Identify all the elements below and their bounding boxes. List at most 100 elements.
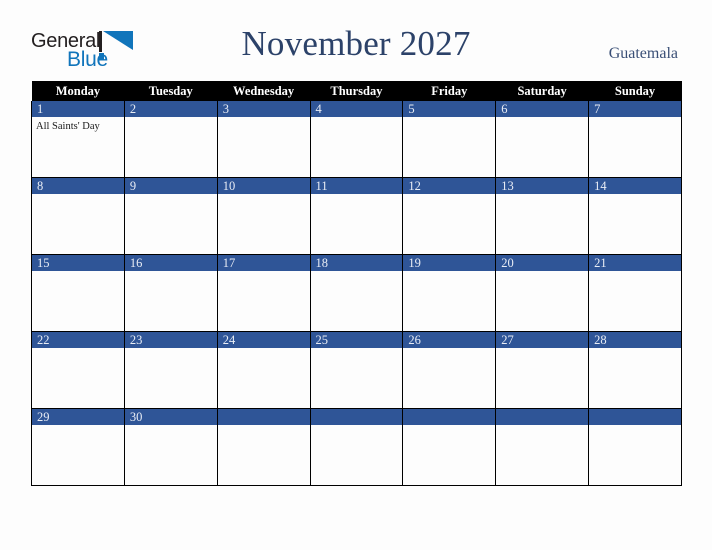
day-events (403, 425, 495, 485)
day-number: 4 (310, 101, 403, 117)
day-number: 9 (124, 178, 217, 194)
day-events (311, 425, 403, 485)
day-events (403, 348, 495, 408)
calendar-day-cell[interactable]: 5 (402, 101, 497, 178)
calendar-day-cell[interactable]: 13 (495, 177, 590, 255)
calendar-day-cell[interactable] (588, 408, 682, 486)
day-events (125, 271, 217, 331)
calendar-day-cell[interactable]: 24 (216, 331, 311, 409)
day-number: 7 (589, 101, 681, 117)
calendar-week-row: 29 30 (31, 408, 682, 486)
day-number: 25 (310, 332, 403, 348)
day-events (311, 348, 403, 408)
weekday-header-tuesday: Tuesday (124, 81, 218, 101)
calendar-week-row: 8 9 10 11 12 13 14 (31, 177, 682, 255)
weekday-header-friday: Friday (402, 81, 496, 101)
calendar-day-cell[interactable] (495, 408, 590, 486)
day-events (403, 194, 495, 254)
weekday-header-thursday: Thursday (310, 81, 403, 101)
calendar-day-cell[interactable]: 10 (216, 177, 311, 255)
day-number: 17 (217, 255, 310, 271)
day-events (589, 348, 681, 408)
day-number: 15 (32, 255, 124, 271)
day-number: 11 (310, 178, 403, 194)
day-number: 3 (217, 101, 310, 117)
calendar-day-cell[interactable]: 3 (216, 101, 311, 178)
calendar-day-cell[interactable]: 2 (123, 101, 218, 178)
day-events (218, 194, 310, 254)
calendar-day-cell[interactable]: 22 (31, 331, 125, 409)
calendar-day-cell[interactable]: 27 (495, 331, 590, 409)
calendar-day-cell[interactable] (402, 408, 497, 486)
calendar-grid: Monday Tuesday Wednesday Thursday Friday… (31, 81, 682, 486)
calendar-day-cell[interactable] (309, 408, 404, 486)
calendar-day-cell[interactable]: 18 (309, 254, 404, 332)
day-events (403, 117, 495, 177)
calendar-day-cell[interactable]: 1 All Saints' Day (31, 101, 125, 178)
day-events (125, 348, 217, 408)
calendar-day-cell[interactable]: 15 (31, 254, 125, 332)
holiday-label: All Saints' Day (36, 121, 100, 132)
weekday-header-monday: Monday (31, 81, 125, 101)
calendar-day-cell[interactable]: 8 (31, 177, 125, 255)
calendar-day-cell[interactable]: 23 (123, 331, 218, 409)
day-events (32, 194, 124, 254)
calendar-day-cell[interactable]: 29 (31, 408, 125, 486)
calendar-day-cell[interactable]: 28 (588, 331, 682, 409)
calendar-day-cell[interactable]: 4 (309, 101, 404, 178)
day-events (218, 425, 310, 485)
day-number (496, 409, 589, 425)
day-events (589, 117, 681, 177)
calendar-day-cell[interactable]: 21 (588, 254, 682, 332)
calendar-day-cell[interactable]: 12 (402, 177, 497, 255)
day-events (218, 348, 310, 408)
calendar-day-cell[interactable] (216, 408, 311, 486)
day-events (403, 271, 495, 331)
day-number: 5 (403, 101, 496, 117)
weekday-header-wednesday: Wednesday (217, 81, 311, 101)
day-number: 22 (32, 332, 124, 348)
day-number: 27 (496, 332, 589, 348)
calendar-day-cell[interactable]: 20 (495, 254, 590, 332)
day-events (218, 117, 310, 177)
day-events (496, 348, 588, 408)
day-events (589, 194, 681, 254)
day-events (125, 117, 217, 177)
day-events (496, 271, 588, 331)
day-number: 8 (32, 178, 124, 194)
day-events: All Saints' Day (32, 117, 124, 177)
day-events (589, 271, 681, 331)
calendar-day-cell[interactable]: 11 (309, 177, 404, 255)
day-number: 30 (124, 409, 217, 425)
country-label: Guatemala (608, 45, 678, 62)
calendar-day-cell[interactable]: 7 (588, 101, 682, 178)
day-events (125, 194, 217, 254)
day-events (32, 271, 124, 331)
weekday-header-sunday: Sunday (588, 81, 682, 101)
day-number: 24 (217, 332, 310, 348)
day-events (218, 271, 310, 331)
day-events (496, 425, 588, 485)
calendar-day-cell[interactable]: 26 (402, 331, 497, 409)
calendar-day-cell[interactable]: 17 (216, 254, 311, 332)
day-number: 21 (589, 255, 681, 271)
day-number: 20 (496, 255, 589, 271)
day-number (403, 409, 496, 425)
calendar-week-row: 15 16 17 18 19 20 21 (31, 254, 682, 332)
page-title: November 2027 (241, 24, 471, 63)
calendar-day-cell[interactable]: 9 (123, 177, 218, 255)
weekday-header-row: Monday Tuesday Wednesday Thursday Friday… (31, 81, 682, 101)
day-events (32, 425, 124, 485)
calendar-day-cell[interactable]: 16 (123, 254, 218, 332)
calendar-day-cell[interactable]: 6 (495, 101, 590, 178)
day-number (310, 409, 403, 425)
calendar-day-cell[interactable]: 30 (123, 408, 218, 486)
calendar-week-row: 1 All Saints' Day 2 3 4 5 6 7 (31, 101, 682, 178)
day-number: 23 (124, 332, 217, 348)
calendar-day-cell[interactable]: 19 (402, 254, 497, 332)
day-number: 29 (32, 409, 124, 425)
day-number: 2 (124, 101, 217, 117)
day-number: 26 (403, 332, 496, 348)
calendar-day-cell[interactable]: 14 (588, 177, 682, 255)
calendar-day-cell[interactable]: 25 (309, 331, 404, 409)
